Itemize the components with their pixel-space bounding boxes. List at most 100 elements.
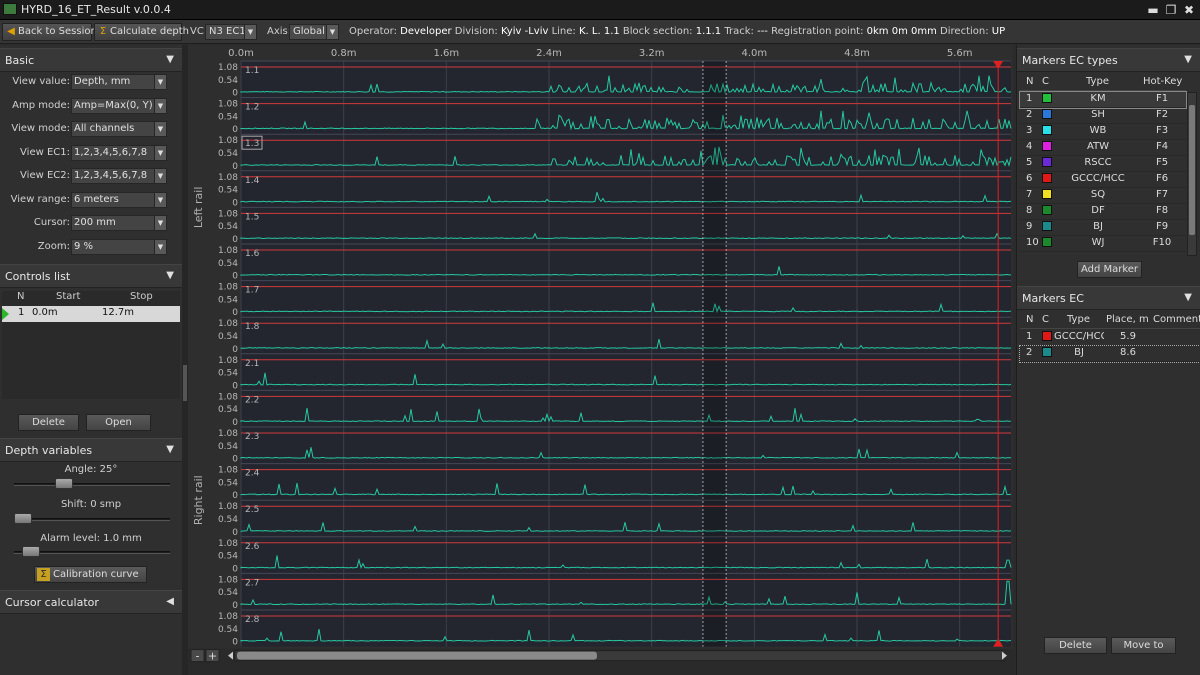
y-tick-label: 1.08 [218, 173, 238, 183]
marker-color-swatch [1042, 347, 1052, 357]
y-tick-label: 0.54 [218, 625, 238, 635]
markers-delete-button[interactable]: Delete [1044, 637, 1107, 654]
toolbar: ◀ Back to Sessions Σ Calculate depth VC:… [0, 20, 1200, 44]
axis-value: Global [293, 26, 325, 37]
current-row-arrow-icon [2, 308, 9, 320]
table-row[interactable]: 9 BJ F9 [1020, 220, 1186, 236]
channel-label: 1.6 [245, 249, 260, 259]
calculate-depth-button[interactable]: Σ Calculate depth [94, 23, 189, 41]
marker-type-name: SH [1091, 109, 1105, 120]
marker-type-hotkey: F2 [1155, 109, 1169, 120]
shift-slider-handle[interactable] [14, 513, 32, 524]
controls-col-n: N [17, 291, 25, 302]
shift-slider[interactable] [14, 513, 170, 524]
marker-color-swatch [1042, 93, 1052, 103]
chevron-down-icon: ▼ [154, 75, 166, 89]
move-to-button[interactable]: Move to [1111, 637, 1176, 654]
table-row[interactable]: 2 BJ 8.6 [1019, 345, 1200, 363]
vc-select[interactable]: N3 EC1 ▼ [205, 24, 257, 40]
basic-field-select[interactable]: 200 mm ▼ [71, 215, 167, 231]
x-tick-label: 2.4m [536, 48, 562, 59]
y-tick-label: 0.54 [218, 186, 238, 196]
direction-label: Direction: [940, 26, 989, 37]
basic-section-header[interactable]: Basic ▼ [0, 48, 182, 72]
controls-open-button[interactable]: Open [86, 414, 151, 431]
depth-section-header[interactable]: Depth variables ▼ [0, 438, 182, 462]
channels-plot[interactable]: 0.0m 0.8m 1.6m 2.4m 3.2m 4.0m 4.8m 5.6m Left rai… [188, 45, 1013, 675]
chevron-down-icon: ▼ [244, 25, 256, 39]
depth-title: Depth variables [5, 444, 93, 457]
table-row[interactable]: 6 GCCC/HCC F6 [1020, 172, 1186, 188]
basic-field-value: 1,2,3,4,5,6,7,8 [74, 146, 148, 158]
angle-slider[interactable] [14, 478, 170, 489]
axis-select[interactable]: Global ▼ [289, 24, 339, 40]
add-marker-button[interactable]: Add Marker [1077, 261, 1142, 278]
controls-col-start: Start [56, 291, 81, 302]
triangle-down-icon: ▼ [166, 54, 174, 65]
table-row[interactable]: 10 WJ F10 [1020, 236, 1186, 252]
basic-field-label: View value: [12, 76, 70, 87]
minimize-icon[interactable]: ▬ [1145, 2, 1161, 18]
basic-field-select[interactable]: Amp=Max(0, Y) ▼ [71, 97, 167, 114]
channel-label: 1.7 [245, 286, 259, 296]
y-tick-label: 0.54 [218, 588, 238, 598]
controls-delete-button[interactable]: Delete [18, 414, 79, 431]
controls-section-header[interactable]: Controls list ▼ [0, 264, 182, 288]
plot-area: 0.0m 0.8m 1.6m 2.4m 3.2m 4.0m 4.8m 5.6m Left rai… [188, 45, 1013, 675]
calibration-curve-button[interactable]: Σ Calibration curve [34, 566, 147, 583]
marker-type-hotkey: F8 [1155, 205, 1169, 216]
basic-field-row: View EC1: 1,2,3,4,5,6,7,8 ▼ [0, 144, 182, 162]
markers-ec-header[interactable]: Markers EC ▼ [1017, 286, 1200, 310]
table-row[interactable]: 8 DF F8 [1020, 204, 1186, 220]
y-tick-label: 1.08 [218, 429, 238, 439]
table-row[interactable]: 4 ATW F4 [1020, 140, 1186, 156]
marker-type-n: 2 [1026, 109, 1033, 120]
basic-field-select[interactable]: Depth, mm ▼ [71, 74, 167, 90]
marker-type-name: WJ [1091, 237, 1105, 248]
scrollbar-thumb[interactable] [1189, 105, 1195, 235]
table-row[interactable]: 1 KM F1 [1019, 91, 1187, 109]
alarm-slider-handle[interactable] [22, 546, 41, 557]
division-label: Division: [454, 26, 498, 37]
restore-icon[interactable]: ❐ [1163, 2, 1179, 18]
chevron-down-icon: ▼ [154, 169, 166, 183]
y-tick-label: 1.08 [218, 319, 238, 329]
cursor-calculator-header[interactable]: Cursor calculator ◀ [0, 590, 182, 614]
marker-type-name: ATW [1086, 141, 1110, 152]
marker-types-scrollbar[interactable] [1187, 92, 1197, 256]
chevron-down-icon: ▼ [154, 216, 166, 230]
basic-field-select[interactable]: 9 % ▼ [71, 238, 167, 255]
horizontal-scrollbar-thumb[interactable] [237, 651, 597, 660]
table-row[interactable]: 3 WB F3 [1020, 124, 1186, 140]
marker-types-header[interactable]: Markers EC types ▼ [1017, 48, 1200, 72]
basic-field-value: 1,2,3,4,5,6,7,8 [74, 170, 148, 181]
calc-label: Calculate depth [110, 26, 189, 37]
chevron-down-icon: ▼ [154, 239, 166, 254]
registration-value: 0km 0m 0mm [866, 26, 937, 37]
channel-label: 1.4 [245, 176, 260, 186]
x-tick-label: 4.0m [742, 48, 768, 59]
table-row[interactable]: 5 RSCC F5 [1020, 156, 1186, 172]
table-row[interactable]: 7 SQ F7 [1020, 188, 1186, 204]
marker-ec-place: 5.9 [1120, 331, 1136, 342]
basic-field-select[interactable]: 1,2,3,4,5,6,7,8 ▼ [71, 144, 167, 161]
basic-field-select[interactable]: All channels ▼ [71, 121, 167, 137]
table-row[interactable]: 2 SH F2 [1020, 108, 1186, 124]
basic-field-select[interactable]: 1,2,3,4,5,6,7,8 ▼ [71, 168, 167, 184]
chevron-down-icon: ▼ [326, 25, 338, 39]
basic-field-select[interactable]: 6 meters ▼ [71, 191, 167, 208]
marker-type-n: 5 [1026, 157, 1033, 168]
table-row[interactable]: 1 GCCC/HCC 5.9 [1020, 330, 1200, 346]
close-icon[interactable]: ✖ [1181, 2, 1197, 18]
marker-ec-type: GCCC/HCC [1054, 331, 1104, 342]
marker-type-hotkey: F3 [1155, 125, 1169, 136]
table-row[interactable]: 1 0.0m 12.7m [2, 306, 180, 322]
triangle-down-icon: ▼ [1184, 54, 1192, 65]
alarm-level-slider[interactable] [14, 546, 170, 557]
alarm-level-label: Alarm level: 1.0 mm [40, 533, 142, 544]
basic-field-row: View EC2: 1,2,3,4,5,6,7,8 ▼ [0, 168, 182, 185]
angle-slider-handle[interactable] [55, 478, 74, 489]
back-to-sessions-button[interactable]: ◀ Back to Sessions [2, 23, 102, 41]
basic-field-value: 6 meters [74, 193, 119, 205]
y-tick-label: 0.54 [218, 332, 238, 342]
